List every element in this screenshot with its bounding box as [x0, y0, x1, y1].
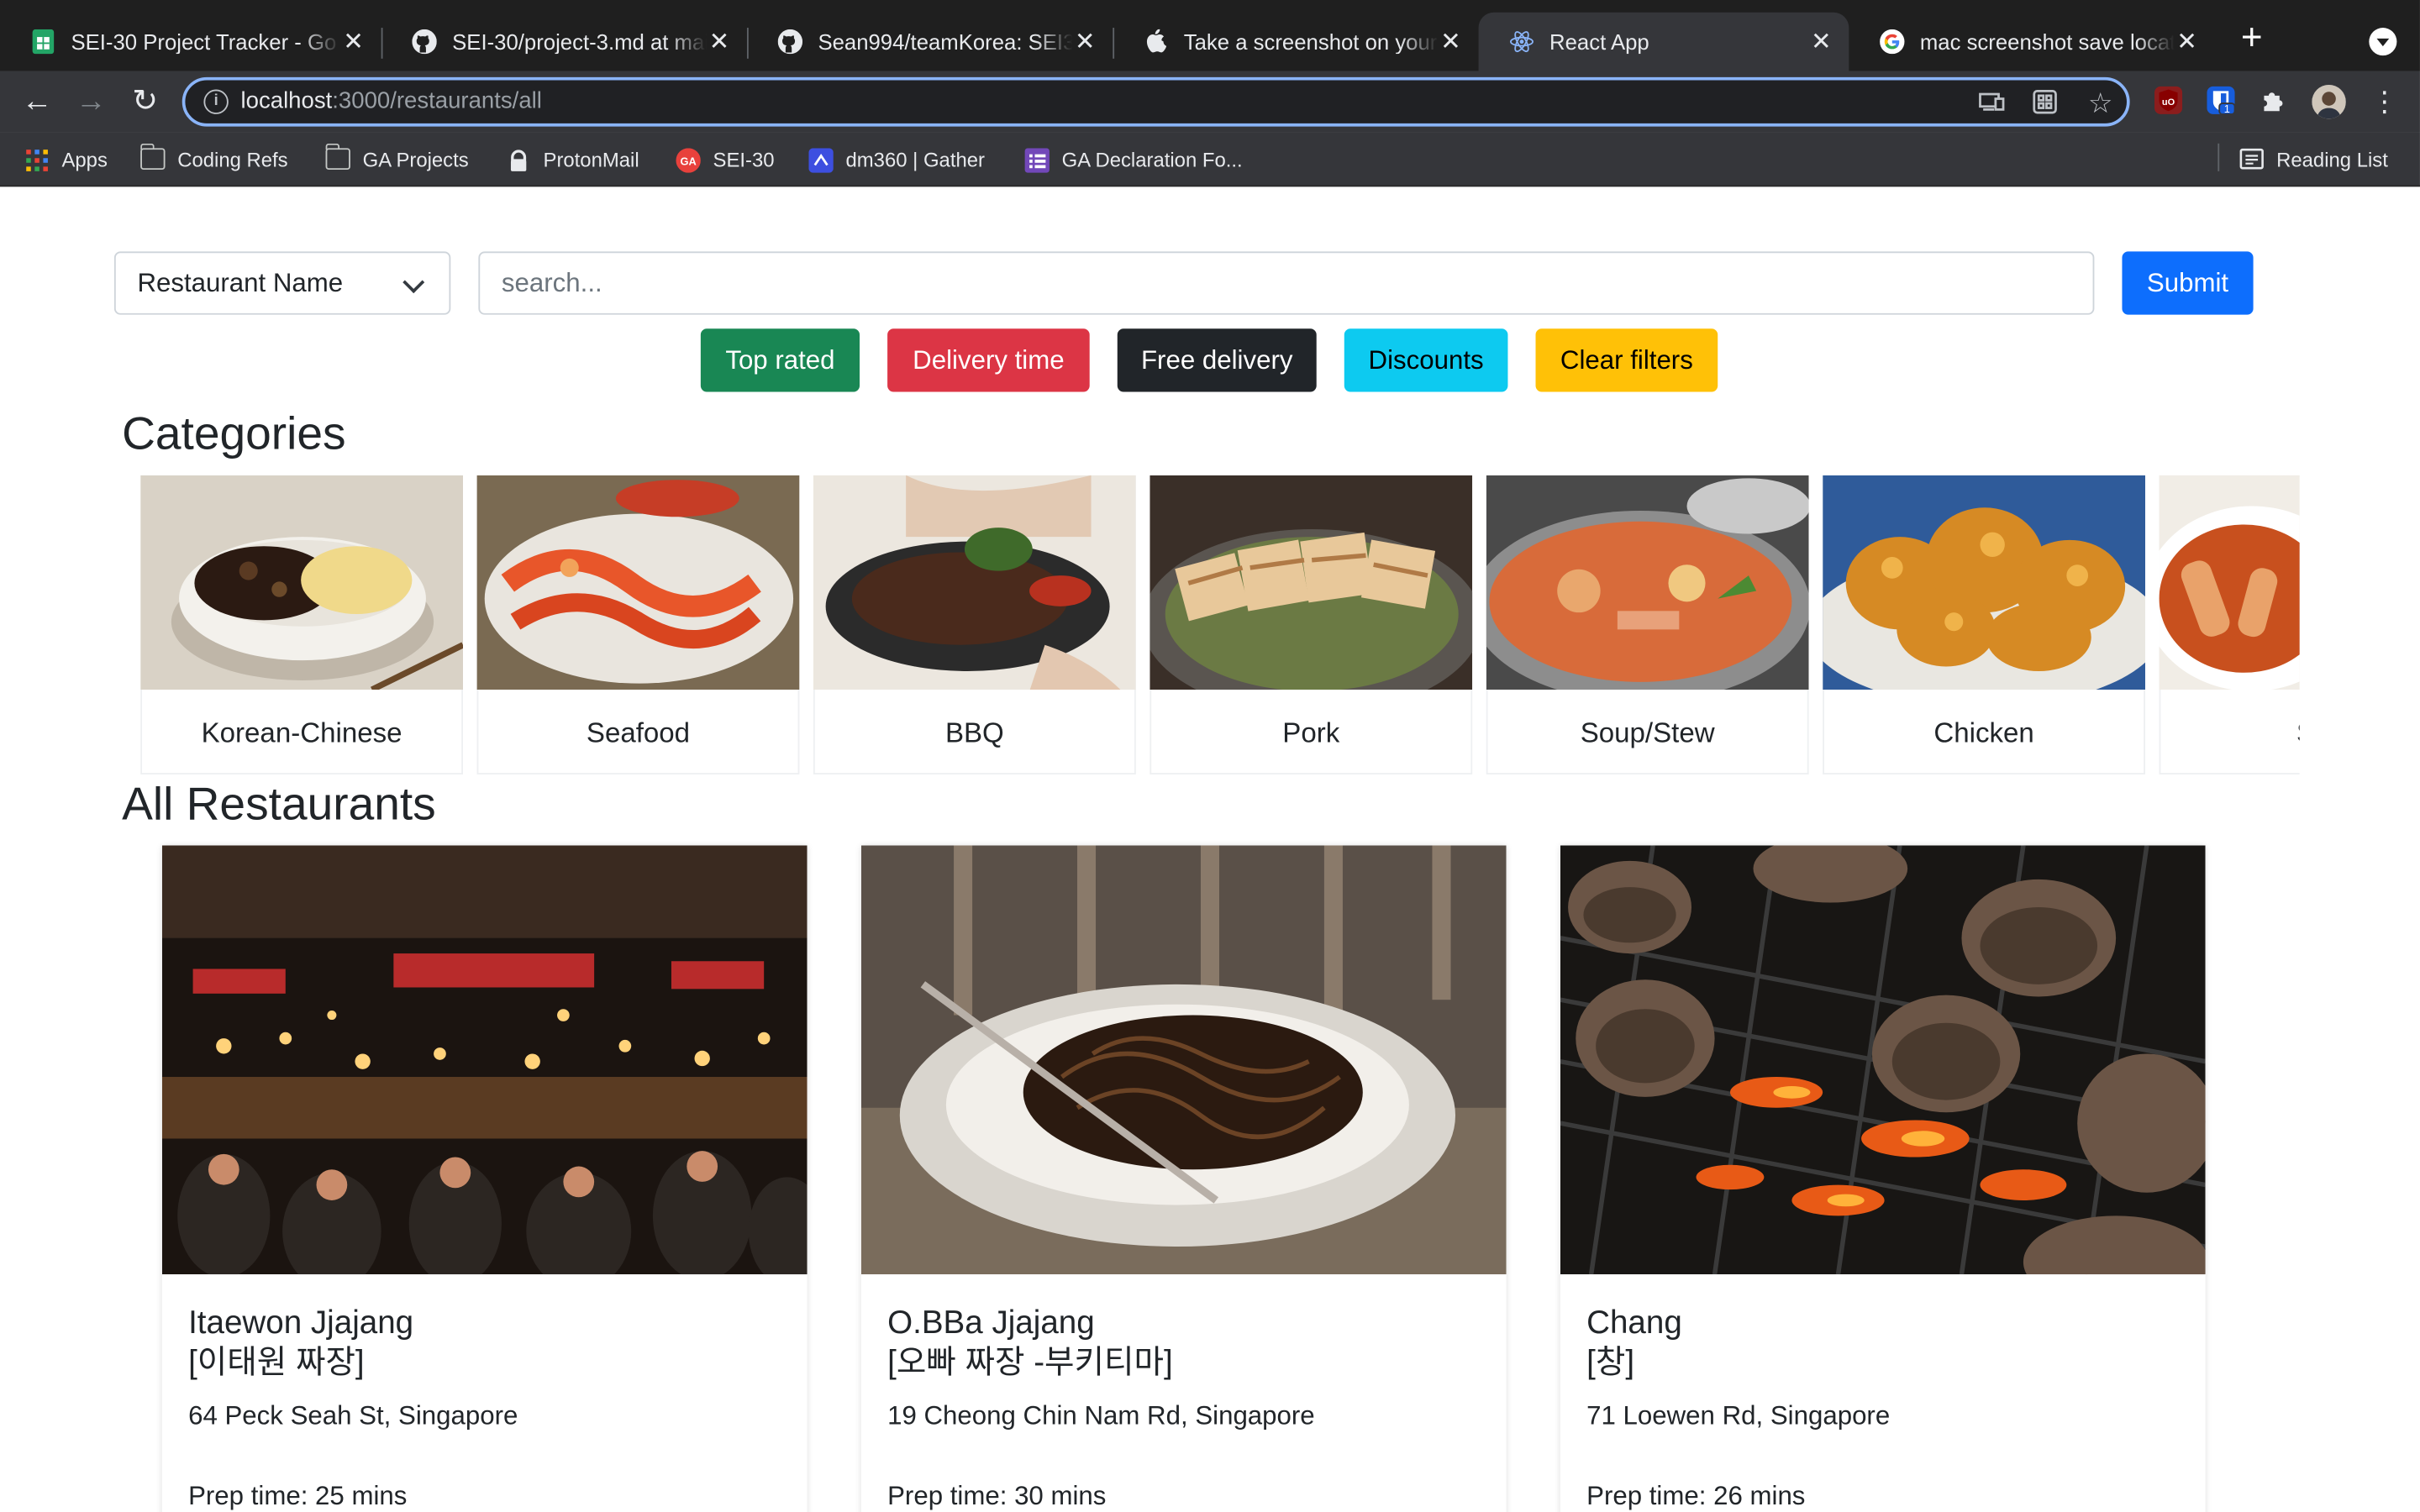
bookmark-sei-30[interactable]: GA SEI-30 [676, 145, 775, 173]
category-image [476, 475, 800, 690]
bookmark-protonmail[interactable]: ProtonMail [506, 145, 639, 173]
tab-mac-screenshot-search[interactable]: mac screenshot save locati ✕ [1849, 13, 2214, 71]
restaurant-card[interactable]: Chang [창] 71 Loewen Rd, Singapore Prep ti… [1560, 845, 2206, 1512]
restaurant-card[interactable]: O.BBa Jjajang [오빠 짜장 -부키티마] 19 Cheong Chi… [860, 845, 1507, 1512]
tab-strip: SEI-30 Project Tracker - Go ✕ SEI-30/pro… [0, 0, 2420, 71]
address-bar[interactable]: i localhost:3000/restaurants/all ☆ [182, 76, 2130, 127]
restaurant-image [161, 845, 808, 1275]
site-info-icon[interactable]: i [203, 89, 229, 114]
bookmark-apps[interactable]: Apps [24, 145, 108, 173]
close-tab-icon[interactable]: ✕ [1073, 29, 1097, 55]
submit-button[interactable]: Submit [2122, 251, 2254, 315]
browser-window: SEI-30 Project Tracker - Go ✕ SEI-30/pro… [0, 0, 2420, 1512]
categories-carousel: Korean-Chinese Seafood BBQ Pork Soup/Ste… [140, 475, 2300, 775]
category-card-soup-stew[interactable]: Soup/Stew [1486, 475, 1809, 775]
category-card-korean-chinese[interactable]: Korean-Chinese [140, 475, 464, 775]
restaurant-address: 64 Peck Seah St, Singapore [188, 1400, 518, 1431]
close-tab-icon[interactable]: ✕ [707, 29, 731, 55]
tab-screenshot-help[interactable]: Take a screenshot on your ✕ [1113, 13, 1478, 71]
bookmarks-bar: Apps Coding Refs GA Projects ProtonMail … [0, 132, 2420, 187]
bookmark-coding-refs[interactable]: Coding Refs [140, 143, 288, 173]
extensions-puzzle-icon[interactable] [2260, 87, 2287, 114]
restaurant-name[interactable]: O.BBa Jjajang [오빠 짜장 -부키티마] [887, 1304, 1173, 1384]
reload-icon[interactable]: ↻ [127, 83, 164, 120]
category-card-pork[interactable]: Pork [1150, 475, 1473, 775]
restaurant-prep-time: Prep time: 30 mins [887, 1481, 1107, 1511]
github-icon [777, 29, 803, 55]
bookmark-star-icon[interactable]: ☆ [2086, 90, 2114, 118]
folder-icon [325, 143, 350, 171]
github-icon [412, 29, 437, 55]
tab-teamkorea-repo[interactable]: Sean994/teamKorea: SEI30 ✕ [747, 13, 1113, 71]
close-tab-icon[interactable]: ✕ [1439, 29, 1463, 55]
svg-text:1: 1 [2224, 102, 2230, 114]
restaurant-card[interactable]: Itaewon Jjajang [이태원 짜장] 64 Peck Seah St,… [161, 845, 808, 1512]
categories-heading: Categories [122, 408, 346, 460]
bookmarks-divider [2217, 143, 2220, 171]
category-image [1823, 475, 2146, 690]
bookmark-ga-declaration[interactable]: GA Declaration Fo... [1024, 145, 1243, 173]
tab-react-app[interactable]: React App ✕ [1478, 12, 1849, 71]
bitwarden-icon[interactable]: 1 [2207, 86, 2235, 114]
tab-project-md[interactable]: SEI-30/project-3.md at mai ✕ [381, 13, 747, 71]
google-icon [1880, 29, 1905, 55]
chevron-down-icon [402, 271, 425, 294]
browser-toolbar: ← → ↻ i localhost:3000/restaurants/all ☆… [0, 71, 2420, 133]
category-card-bbq[interactable]: BBQ [813, 475, 1136, 775]
profile-avatar[interactable] [2312, 85, 2346, 119]
category-card-partial[interactable]: S [2159, 475, 2300, 775]
apple-icon [1144, 29, 1168, 54]
tab-search-chevron-icon[interactable] [2369, 28, 2397, 56]
restaurant-image [1560, 845, 2206, 1275]
react-icon [1509, 29, 1534, 54]
bookmark-ga-projects[interactable]: GA Projects [325, 143, 469, 173]
free-delivery-filter-button[interactable]: Free delivery [1117, 328, 1317, 392]
browser-menu-icon[interactable]: ⋮ [2366, 83, 2403, 120]
top-rated-filter-button[interactable]: Top rated [700, 328, 860, 392]
category-card-chicken[interactable]: Chicken [1823, 475, 2146, 775]
folder-icon [140, 143, 166, 171]
new-tab-plus-icon[interactable]: + [2235, 19, 2269, 56]
category-card-seafood[interactable]: Seafood [476, 475, 800, 775]
category-image [2159, 475, 2300, 690]
protonmail-icon [506, 148, 530, 171]
delivery-time-filter-button[interactable]: Delivery time [887, 328, 1090, 392]
url-text[interactable]: localhost:3000/restaurants/all [241, 88, 542, 114]
restaurant-name[interactable]: Itaewon Jjajang [이태원 짜장] [188, 1304, 413, 1384]
qr-code-icon[interactable] [2033, 89, 2060, 118]
apps-grid-icon [24, 148, 49, 171]
forward-arrow-icon[interactable]: → [72, 83, 109, 120]
restaurant-prep-time: Prep time: 25 mins [188, 1481, 408, 1511]
category-image [813, 475, 1136, 690]
category-image [140, 475, 464, 690]
tab-project-tracker[interactable]: SEI-30 Project Tracker - Go ✕ [0, 13, 381, 71]
discounts-filter-button[interactable]: Discounts [1344, 328, 1508, 392]
restaurant-name[interactable]: Chang [창] [1586, 1304, 1682, 1384]
category-image [1486, 475, 1809, 690]
search-field-select[interactable]: Restaurant Name [113, 251, 451, 315]
reading-list-button[interactable]: Reading List [2239, 145, 2388, 173]
restaurant-address: 71 Loewen Rd, Singapore [1586, 1400, 1891, 1431]
restaurant-address: 19 Cheong Chin Nam Rd, Singapore [887, 1400, 1315, 1431]
all-restaurants-heading: All Restaurants [122, 779, 436, 831]
restaurant-prep-time: Prep time: 26 mins [1586, 1481, 1806, 1511]
restaurant-image [860, 845, 1507, 1275]
google-sheets-icon [31, 29, 55, 55]
back-arrow-icon[interactable]: ← [18, 83, 55, 120]
svg-text:uO: uO [2162, 97, 2175, 108]
close-tab-icon[interactable]: ✕ [2175, 29, 2199, 55]
gather-icon [808, 148, 834, 173]
google-forms-icon [1024, 148, 1050, 173]
category-image [1150, 475, 1473, 690]
general-assembly-icon: GA [676, 148, 701, 173]
clear-filters-button[interactable]: Clear filters [1535, 328, 1718, 392]
cast-device-icon[interactable] [1979, 90, 2007, 118]
search-input[interactable] [478, 251, 2095, 315]
close-tab-icon[interactable]: ✕ [341, 29, 366, 55]
ublock-origin-icon[interactable]: uO [2154, 86, 2183, 114]
close-tab-icon[interactable]: ✕ [1809, 29, 1833, 55]
bookmark-gather[interactable]: dm360 | Gather [808, 145, 985, 173]
svg-text:GA: GA [681, 155, 697, 168]
reading-list-icon [2239, 148, 2264, 170]
